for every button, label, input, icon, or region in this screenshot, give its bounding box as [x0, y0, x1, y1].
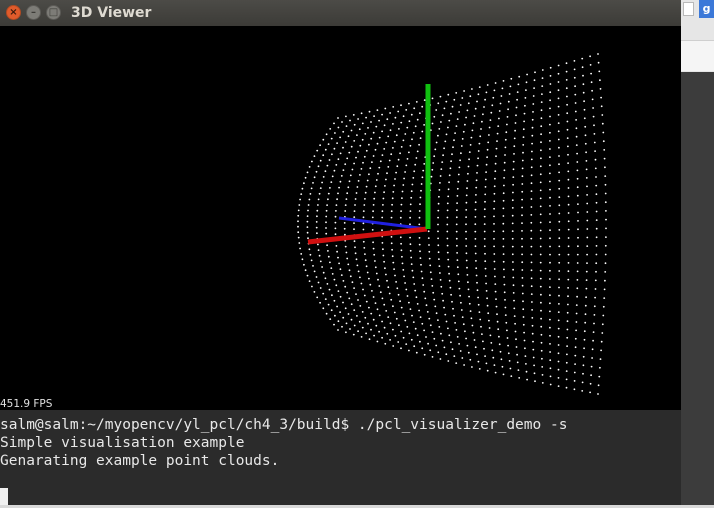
z-axis — [338, 216, 428, 231]
terminal-line: Simple visualisation example — [0, 435, 245, 451]
x-axis — [307, 226, 428, 245]
viewer-window[interactable]: × – □ 3D Viewer 451.9 FPS — [0, 0, 681, 410]
terminal-line: Genarating example point clouds. — [0, 453, 280, 469]
background-app-bar — [681, 40, 714, 71]
close-button[interactable]: × — [6, 5, 21, 20]
terminal-line: salm@salm:~/myopencv/yl_pcl/ch4_3/build$… — [0, 417, 568, 433]
maximize-button[interactable]: □ — [46, 5, 61, 20]
checkbox-icon[interactable] — [683, 2, 694, 16]
minimize-button[interactable]: – — [26, 5, 41, 20]
background-app[interactable] — [681, 0, 714, 508]
point-cloud-canvas[interactable] — [0, 26, 681, 410]
viewer-titlebar[interactable]: × – □ 3D Viewer — [0, 0, 681, 26]
google-icon[interactable]: g — [699, 0, 714, 18]
point-cloud — [297, 53, 607, 395]
window-title: 3D Viewer — [71, 5, 152, 21]
fps-counter: 451.9 FPS — [0, 398, 53, 410]
terminal-cursor — [0, 488, 8, 506]
